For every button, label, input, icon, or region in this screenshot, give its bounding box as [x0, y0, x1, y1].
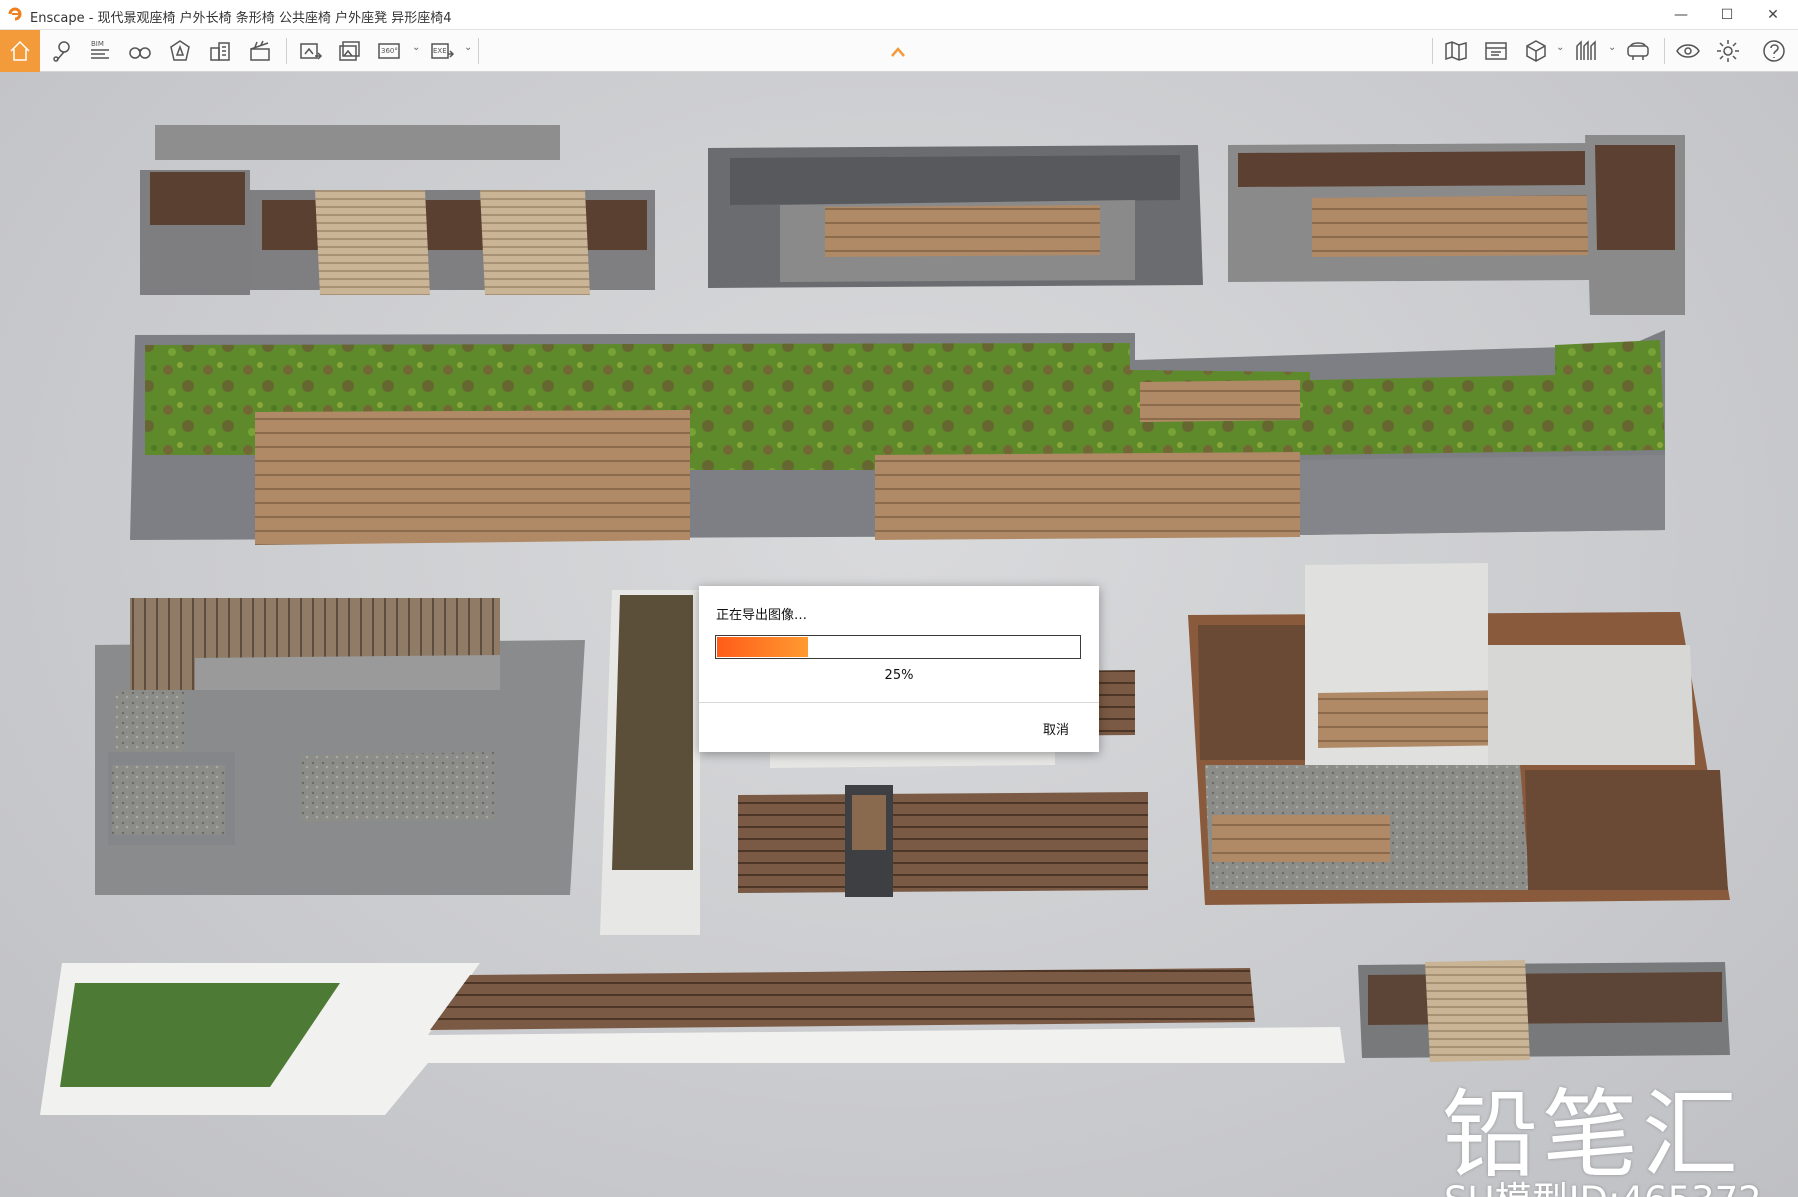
dialog-divider — [699, 702, 1099, 703]
toolbar-separator — [1664, 38, 1665, 64]
asset-library-button[interactable] — [162, 34, 198, 68]
toolbar-separator — [286, 38, 287, 64]
screenshot-export-icon — [300, 43, 323, 60]
panorama-360-icon: 360° — [378, 43, 400, 59]
concrete-soil-bench — [1228, 135, 1685, 315]
title-bar: Enscape - 现代景观座椅 户外长椅 条形椅 公共座椅 户外座凳 异形座椅… — [0, 0, 1798, 30]
svg-text:360°: 360° — [381, 47, 398, 55]
export-progress-bar — [715, 635, 1081, 659]
close-button[interactable]: ✕ — [1750, 0, 1796, 30]
settings-button[interactable] — [1710, 34, 1746, 68]
window-title: Enscape - 现代景观座椅 户外长椅 条形椅 公共座椅 户外座凳 异形座椅… — [30, 11, 452, 26]
minimize-button[interactable]: — — [1658, 0, 1704, 30]
asset-library-icon — [170, 40, 190, 61]
collapse-toolbar-chevron-icon[interactable] — [890, 46, 906, 58]
bim-button[interactable]: BIM — [82, 34, 118, 68]
map-icon — [1445, 41, 1467, 61]
location-pin-button[interactable] — [44, 34, 80, 68]
binoculars-icon — [129, 47, 151, 59]
chevron-down-icon[interactable]: ⌄ — [412, 42, 420, 53]
materials-button[interactable] — [1568, 34, 1604, 68]
svg-text:BIM: BIM — [91, 40, 104, 48]
export-progress-dialog: 正在导出图像… 25% 取消 — [699, 586, 1099, 752]
views-icon — [1485, 42, 1507, 60]
progress-percent-label: 25% — [884, 668, 914, 683]
visibility-button[interactable] — [1670, 34, 1706, 68]
clapper-icon — [250, 40, 270, 61]
home-icon — [10, 40, 30, 61]
small-planter-bench — [1358, 960, 1730, 1062]
concrete-platform-bench — [95, 598, 585, 895]
exe-export-button[interactable]: EXE — [424, 34, 460, 68]
chevron-down-icon[interactable]: ⌄ — [1608, 42, 1616, 53]
batch-export-icon — [339, 41, 360, 61]
help-icon — [1763, 40, 1785, 62]
visibility-eye-icon — [1676, 44, 1700, 58]
help-button[interactable] — [1756, 34, 1792, 68]
dialog-title: 正在导出图像… — [716, 608, 808, 623]
watermark-model-id: SU模型ID:465372 — [1444, 1170, 1762, 1197]
maximize-button[interactable]: ☐ — [1704, 0, 1750, 30]
cube-icon — [1526, 40, 1546, 62]
location-pin-icon — [53, 41, 70, 62]
binoculars-button[interactable] — [122, 34, 158, 68]
home-button[interactable] — [0, 30, 40, 72]
chevron-down-icon[interactable]: ⌄ — [464, 42, 472, 53]
object-button[interactable] — [1518, 34, 1554, 68]
vr-button[interactable] — [1620, 34, 1656, 68]
cancel-button[interactable]: 取消 — [1043, 719, 1069, 738]
bim-icon: BIM — [91, 40, 109, 59]
progress-bar-fill — [717, 637, 808, 657]
video-editor-button[interactable] — [242, 34, 278, 68]
svg-text:EXE: EXE — [433, 47, 447, 55]
buildings-icon — [210, 42, 230, 61]
white-base-long-bench — [40, 963, 1345, 1115]
exe-export-icon: EXE — [431, 43, 455, 59]
long-grass-planter — [130, 330, 1665, 545]
views-button[interactable] — [1478, 34, 1514, 68]
chevron-down-icon[interactable]: ⌄ — [1556, 42, 1564, 53]
materials-icon — [1576, 40, 1596, 60]
map-button[interactable] — [1438, 34, 1474, 68]
render-viewport[interactable]: 正在导出图像… 25% 取消 铅笔汇 SU模型ID:465372 — [0, 72, 1798, 1197]
enscape-logo-icon — [8, 7, 22, 21]
screenshot-export-button[interactable] — [292, 34, 328, 68]
settings-gear-icon — [1717, 40, 1739, 62]
toolbar-separator — [1432, 38, 1433, 64]
buildings-button[interactable] — [202, 34, 238, 68]
planter-bench-1 — [140, 125, 655, 295]
grey-box-bench — [708, 145, 1203, 288]
panorama-export-button[interactable]: 360° — [372, 34, 408, 68]
toolbar-separator — [478, 38, 479, 64]
batch-export-button[interactable] — [332, 34, 368, 68]
vr-headset-icon — [1627, 42, 1649, 60]
wood-frame-planter — [1188, 563, 1730, 905]
